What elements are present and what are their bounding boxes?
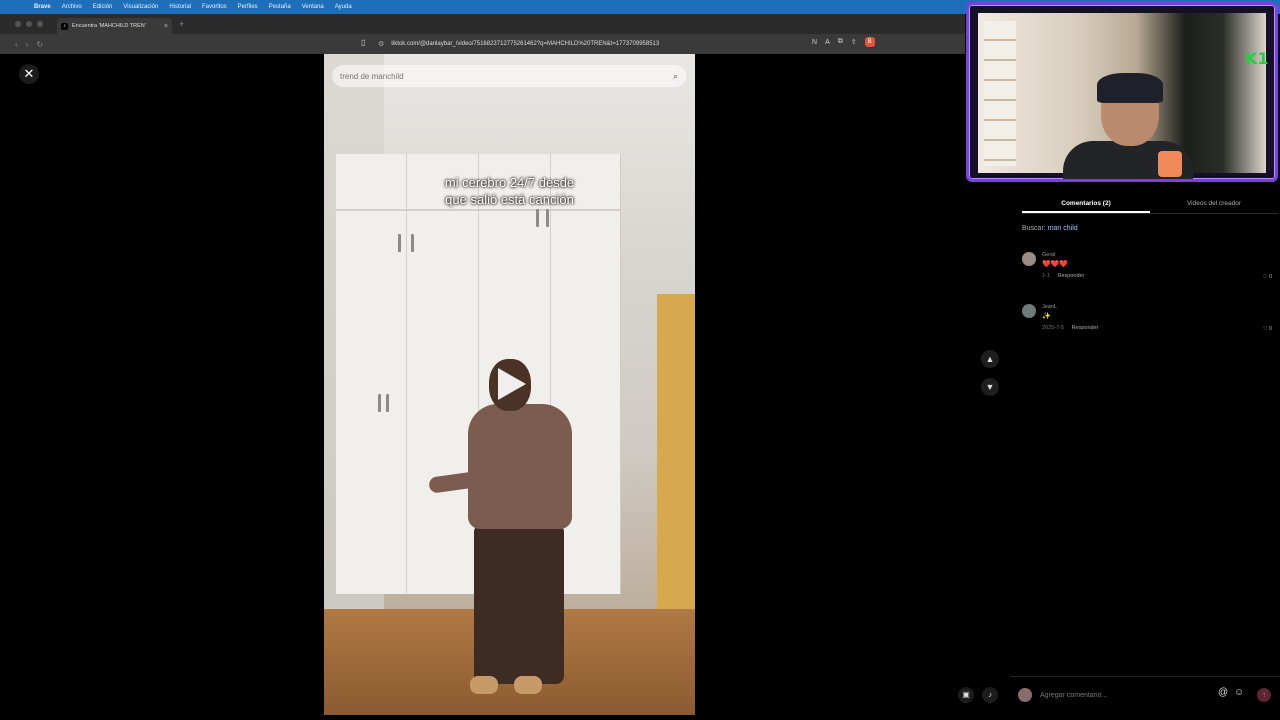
webcam-feed: K1 — [978, 13, 1269, 179]
caption-line: mi cerebro 24/7 desde — [444, 175, 575, 190]
close-video-button[interactable]: ✕ — [19, 64, 39, 84]
menu-edicion[interactable]: Edición — [93, 4, 113, 10]
comment-input[interactable] — [1040, 687, 1215, 703]
related-search[interactable]: Buscar: man child — [1022, 225, 1078, 232]
mention-icon[interactable]: @ — [1218, 687, 1228, 698]
search-input[interactable]: trend de manchild — [340, 72, 673, 81]
menu-historial[interactable]: Historial — [169, 4, 191, 10]
nav-buttons: ‹ › ↻ — [15, 40, 43, 49]
comment-username[interactable]: JeanL — [1042, 304, 1057, 310]
volume-icon[interactable]: ♪ — [982, 687, 998, 703]
tiktok-icon: ♪ — [61, 22, 68, 30]
video-person-body — [468, 404, 572, 529]
reader-icon[interactable]: N — [812, 39, 817, 46]
comments-panel: Comentarios (2) Videos del creador Busca… — [1010, 190, 1280, 720]
url-bar[interactable]: ⚙ tiktok.com/@danlaybar_/video/751682371… — [378, 37, 778, 51]
like-count: 0 — [1268, 326, 1272, 332]
address-toolbar: ‹ › ↻ ▯ ⚙ tiktok.com/@danlaybar_/video/7… — [0, 34, 965, 54]
bookmark-icon[interactable]: ▯ — [361, 38, 365, 47]
caption-line: que salió está canción — [445, 192, 574, 207]
avatar[interactable] — [1022, 252, 1036, 266]
search-icon[interactable]: ⌕ — [673, 71, 678, 82]
url-text: tiktok.com/@danlaybar_/video/75168237127… — [391, 41, 660, 47]
menu-ventana[interactable]: Ventana — [302, 4, 324, 10]
related-search-keyword[interactable]: man child — [1048, 225, 1078, 232]
reload-icon[interactable]: ↻ — [36, 40, 43, 49]
tab-title: Encuentra 'MAHCHILD TREN' — [72, 23, 146, 29]
comment-meta: 2025-7-5 Responder — [1042, 325, 1098, 331]
comment-meta: 1-1 Responder — [1042, 273, 1084, 279]
panel-tabs: Comentarios (2) Videos del creador — [1022, 196, 1278, 214]
avatar — [1018, 688, 1032, 702]
comment-text: ✨ — [1042, 313, 1051, 320]
video-caption: mi cerebro 24/7 desde que salió está can… — [324, 174, 695, 208]
tab-bar: ♪ Encuentra 'MAHCHILD TREN' × + — [0, 14, 965, 34]
related-search-label: Buscar: — [1022, 225, 1046, 232]
window-controls — [15, 21, 43, 27]
menu-perfiles[interactable]: Perfiles — [238, 4, 258, 10]
brave-shields-icon[interactable]: B — [864, 37, 875, 47]
menu-archivo[interactable]: Archivo — [62, 4, 82, 10]
previous-video-button[interactable]: ▲ — [981, 350, 999, 368]
video-player[interactable]: mi cerebro 24/7 desde que salió está can… — [324, 54, 695, 715]
menu-brave[interactable]: Brave — [34, 4, 51, 10]
next-video-button[interactable]: ▼ — [981, 378, 999, 396]
share-icon[interactable]: ⇪ — [851, 38, 857, 46]
new-tab-button[interactable]: + — [179, 19, 184, 29]
open-external-icon[interactable]: ⧉ — [838, 38, 843, 46]
kick-logo: K1 — [1245, 49, 1269, 68]
tab-comments[interactable]: Comentarios (2) — [1022, 196, 1150, 213]
video-shoe — [470, 676, 498, 694]
avatar[interactable] — [1022, 304, 1036, 318]
comment-username[interactable]: Geral — [1042, 252, 1055, 258]
webcam-overlay: K1 — [966, 2, 1278, 182]
minimize-window-button[interactable] — [26, 21, 32, 27]
menu-favoritos[interactable]: Favoritos — [202, 4, 227, 10]
forward-icon[interactable]: › — [26, 40, 29, 49]
video-doorway — [657, 294, 695, 634]
comment-bar: @ ☺ ↑ — [1010, 676, 1280, 710]
tab-close-icon[interactable]: × — [164, 23, 168, 30]
video-shoe — [514, 676, 542, 694]
page-content: ✕ mi cerebro 24/7 desde que salió está c… — [0, 54, 965, 720]
comment-date: 2025-7-5 — [1042, 325, 1065, 331]
video-search-box[interactable]: trend de manchild ⌕ — [332, 65, 686, 87]
menu-visualizacion[interactable]: Visualización — [123, 4, 158, 10]
close-window-button[interactable] — [15, 21, 21, 27]
comment-date: 1-1 — [1042, 273, 1050, 279]
menu-ayuda[interactable]: Ayuda — [335, 4, 352, 10]
pip-button[interactable]: ▣ — [958, 687, 974, 703]
reply-button[interactable]: Responder — [1057, 273, 1084, 279]
like-button[interactable]: ♡ 0 — [1262, 274, 1272, 280]
video-person-legs — [474, 524, 564, 684]
emoji-icon[interactable]: ☺ — [1234, 687, 1244, 698]
send-button[interactable]: ↑ — [1257, 688, 1271, 702]
like-button[interactable]: ♡ 0 — [1262, 326, 1272, 332]
tab-creator-videos[interactable]: Videos del creador — [1150, 196, 1278, 213]
browser-tab[interactable]: ♪ Encuentra 'MAHCHILD TREN' × — [57, 18, 172, 34]
comment-text: ❤️❤️❤️ — [1042, 261, 1069, 268]
site-settings-icon[interactable]: ⚙ — [378, 40, 384, 48]
zoom-window-button[interactable] — [37, 21, 43, 27]
toolbar-actions: N A ⧉ ⇪ B — [812, 37, 875, 47]
play-icon[interactable] — [498, 368, 526, 400]
menu-pestana[interactable]: Pestaña — [269, 4, 291, 10]
reply-button[interactable]: Responder — [1072, 325, 1099, 331]
translate-icon[interactable]: A — [825, 39, 830, 46]
back-icon[interactable]: ‹ — [15, 40, 18, 49]
like-count: 0 — [1268, 274, 1272, 280]
